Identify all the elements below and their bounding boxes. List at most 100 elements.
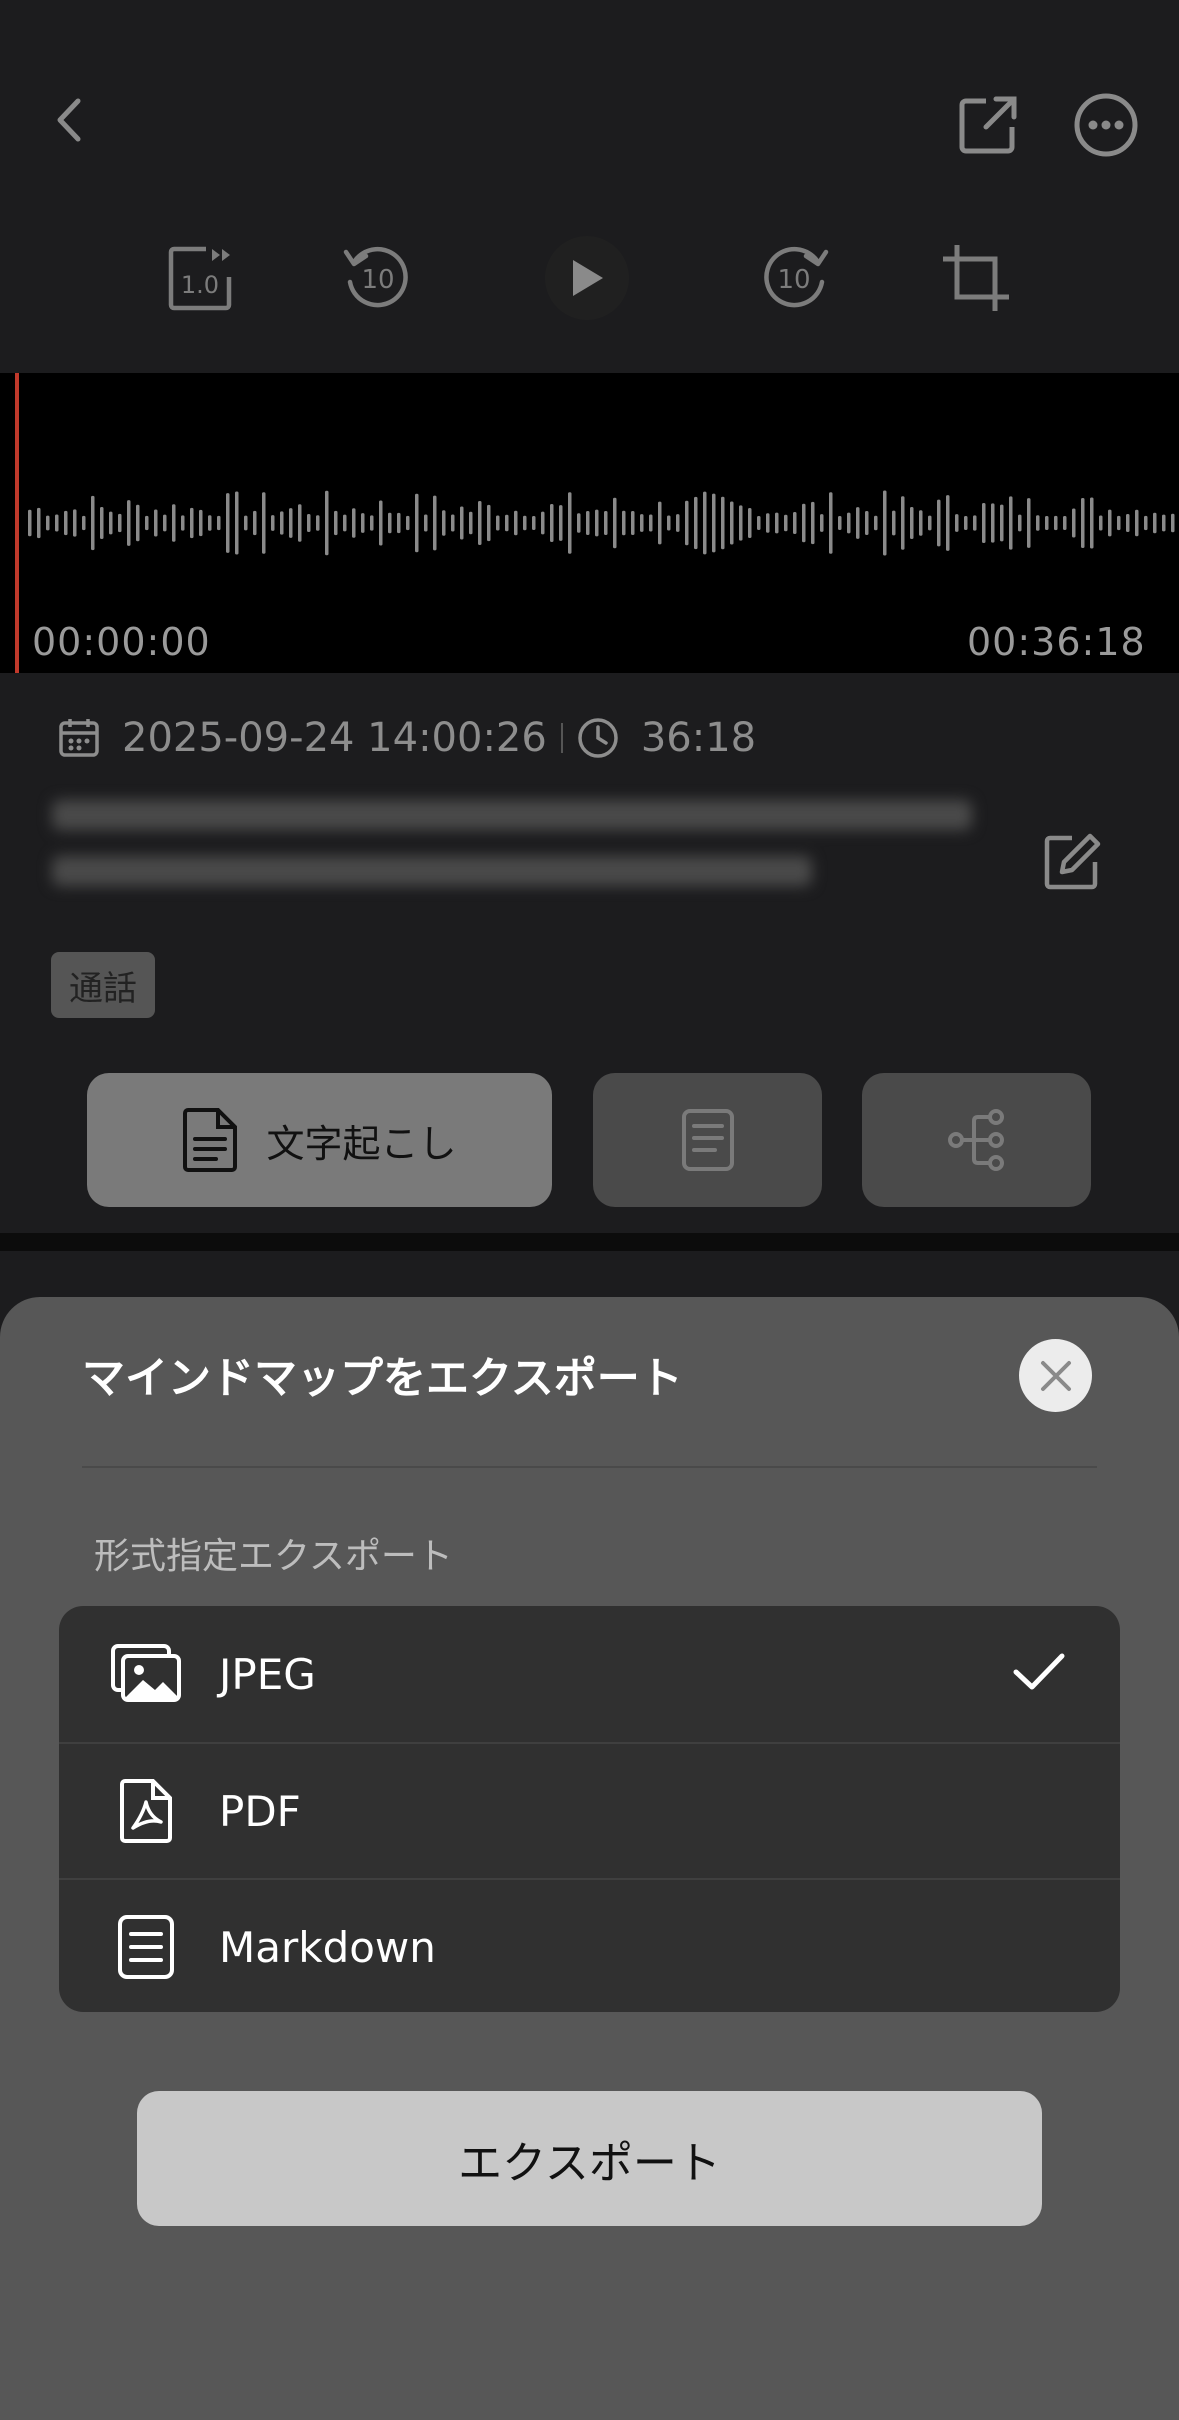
play-button[interactable] <box>545 236 629 320</box>
waveform-bar <box>1018 514 1022 532</box>
waveform-bar <box>397 512 401 534</box>
waveform-bar <box>919 510 923 536</box>
rewind-10-button[interactable]: 10 <box>338 240 414 316</box>
waveform-bar <box>559 505 563 541</box>
mindmap-tab[interactable] <box>862 1073 1091 1207</box>
waveform-bar <box>1108 509 1112 537</box>
waveform-bar <box>1135 509 1139 537</box>
pdf-icon <box>120 1779 172 1843</box>
waveform-bar <box>667 515 671 531</box>
waveform-bar <box>910 507 914 539</box>
export-button[interactable]: エクスポート <box>137 2091 1042 2226</box>
waveform-bar <box>505 514 509 532</box>
option-label: PDF <box>219 1786 301 1836</box>
waveform-bar <box>451 514 455 532</box>
option-label: JPEG <box>219 1649 316 1699</box>
waveform-bar <box>370 515 374 531</box>
time-start: 00:00:00 <box>32 620 211 664</box>
waveform-bar <box>604 510 608 536</box>
waveform-bar <box>217 515 221 531</box>
svg-text:1.0: 1.0 <box>181 271 219 299</box>
play-icon <box>573 260 603 296</box>
waveform-bar <box>1090 497 1094 549</box>
recording-meta: 2025-09-24 14:00:26 36:18 <box>58 712 756 764</box>
waveform-bar <box>613 497 617 549</box>
forward-10-button[interactable]: 10 <box>758 240 834 316</box>
waveform-bar <box>289 508 293 538</box>
waveform-bar <box>64 510 68 536</box>
rewind-icon: 10 <box>343 246 408 308</box>
waveform-bar <box>703 491 707 555</box>
back-button[interactable] <box>40 90 100 150</box>
player-header: 1.0 10 10 <box>0 0 1179 373</box>
crop-button[interactable] <box>938 240 1014 316</box>
recording-tag[interactable]: 通話 <box>51 952 155 1018</box>
waveform-bar <box>136 504 140 542</box>
summary-tab[interactable] <box>593 1073 822 1207</box>
chevron-left-icon <box>57 98 81 142</box>
waveform-bar <box>640 514 644 532</box>
waveform-bar <box>892 510 896 536</box>
svg-text:10: 10 <box>777 265 810 295</box>
waveform-bar <box>523 515 527 531</box>
waveform-bar <box>631 510 635 536</box>
option-pdf[interactable]: PDF <box>59 1742 1120 1878</box>
waveform-bar <box>406 515 410 531</box>
waveform-bar <box>550 503 554 543</box>
share-button[interactable] <box>953 90 1023 160</box>
speed-icon: 1.0 <box>168 246 232 311</box>
waveform-bar <box>226 493 230 553</box>
waveform-bar <box>208 515 212 531</box>
waveform-bar <box>577 513 581 533</box>
option-jpeg[interactable]: JPEG <box>59 1606 1120 1742</box>
waveform-bar <box>415 493 419 553</box>
forward-icon: 10 <box>764 246 829 308</box>
waveform-bar <box>334 510 338 536</box>
option-markdown[interactable]: Markdown <box>59 1878 1120 2012</box>
waveform-bar <box>253 510 257 536</box>
waveform-bar <box>1036 515 1040 531</box>
close-button[interactable] <box>1019 1339 1092 1412</box>
transcription-tab[interactable]: 文字起こし <box>87 1073 552 1207</box>
share-icon <box>959 96 1017 154</box>
waveform-bar <box>739 505 743 541</box>
waveform-bar <box>271 515 275 531</box>
waveform-bar <box>937 499 941 547</box>
speed-button[interactable]: 1.0 <box>163 240 239 316</box>
waveform-bar <box>298 504 302 542</box>
waveform-bar <box>973 515 977 531</box>
document-icon <box>118 1915 174 1979</box>
more-button[interactable] <box>1071 90 1141 160</box>
waveform-bar <box>694 496 698 550</box>
recording-date: 2025-09-24 14:00:26 <box>122 715 547 761</box>
waveform-bar <box>262 492 266 554</box>
waveform-bar <box>442 510 446 536</box>
waveform-bar <box>1072 508 1076 538</box>
waveform-bar <box>595 509 599 537</box>
waveform-bar <box>496 515 500 531</box>
waveform-bar <box>235 491 239 555</box>
waveform-bar <box>1099 515 1103 531</box>
meta-separator <box>560 723 563 753</box>
waveform-bar <box>28 509 32 537</box>
waveform-bar <box>784 514 788 532</box>
waveform-bar <box>280 511 284 535</box>
summary-icon <box>681 1109 734 1171</box>
playhead[interactable] <box>15 373 19 673</box>
waveform-bar <box>379 500 383 546</box>
edit-title-button[interactable] <box>1040 830 1104 894</box>
waveform-bar <box>1126 513 1130 533</box>
waveform-bar <box>325 490 329 556</box>
waveform-bar <box>811 501 815 545</box>
waveform-bar <box>307 513 311 533</box>
waveform-bar <box>901 496 905 550</box>
waveform-bar <box>1081 498 1085 548</box>
waveform-bar <box>649 514 653 532</box>
waveform-bar <box>100 506 104 540</box>
waveform-bar <box>766 513 770 533</box>
waveform-bar <box>541 511 545 535</box>
waveform-bar <box>748 508 752 538</box>
waveform-bar <box>343 514 347 532</box>
sheet-divider <box>82 1466 1097 1468</box>
option-label: Markdown <box>219 1922 436 1972</box>
